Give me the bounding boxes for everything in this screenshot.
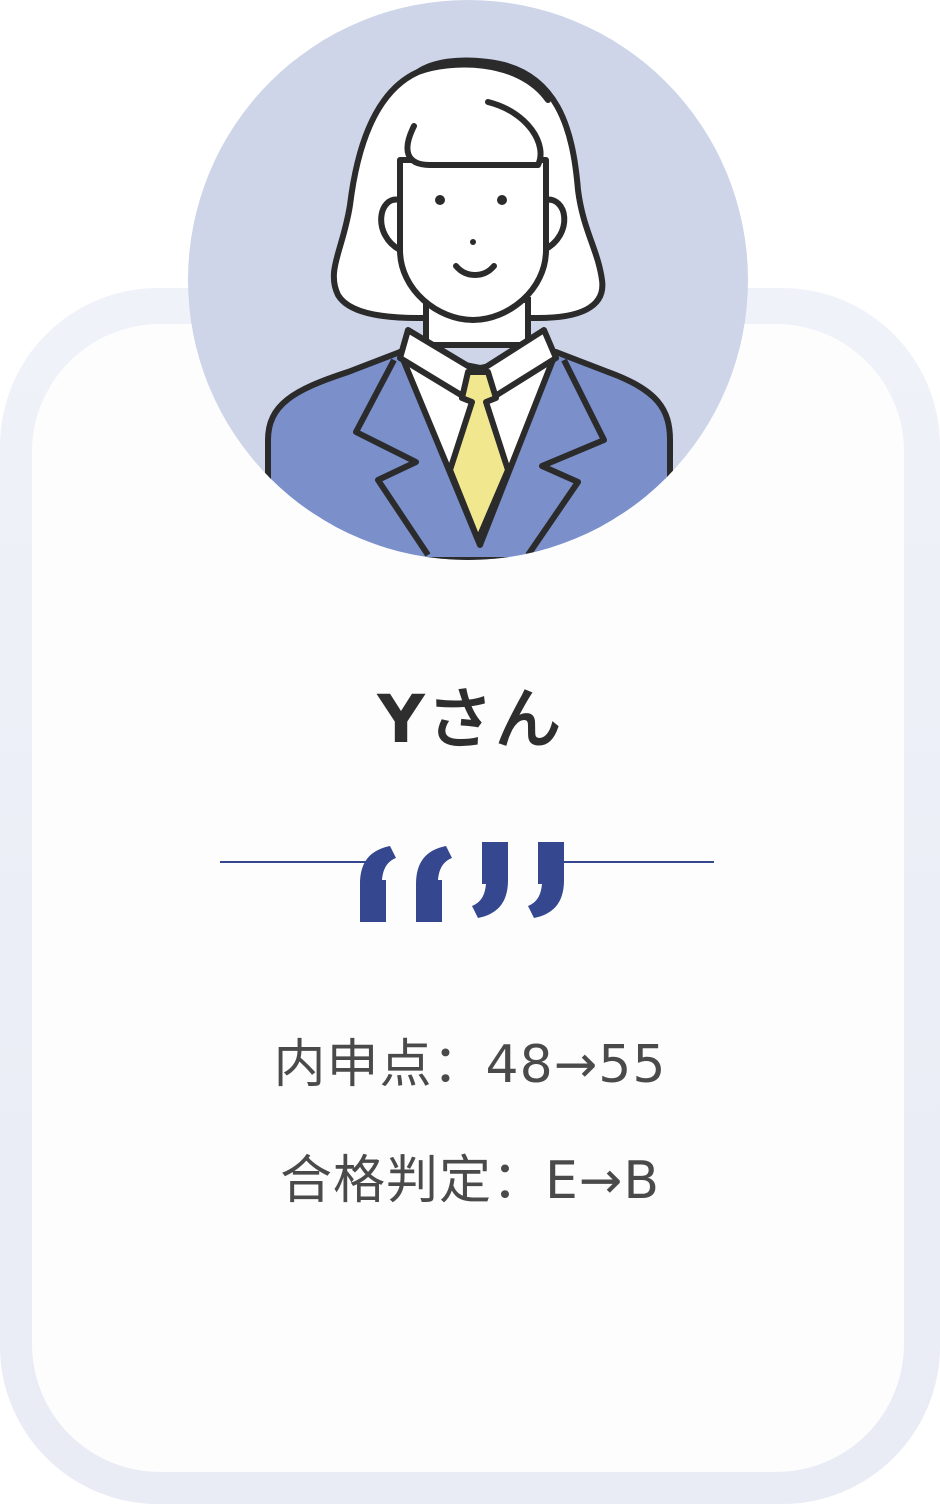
quote-divider [220, 832, 714, 932]
stats-list: 内申点：48→55 合格判定：E→B [0, 1036, 940, 1268]
divider-line-right [554, 861, 714, 863]
businesswoman-avatar-icon [265, 57, 673, 560]
avatar [188, 0, 748, 560]
person-name: Yさん [377, 681, 563, 758]
testimonial-card: Yさん 内申点：48→55 合格判定：E→B [0, 0, 940, 1504]
stat-goukaku-hantei: 合格判定：E→B [279, 1151, 661, 1211]
quote-marks-icon [360, 842, 564, 922]
stat-naishinten: 内申点：48→55 [273, 1035, 667, 1095]
